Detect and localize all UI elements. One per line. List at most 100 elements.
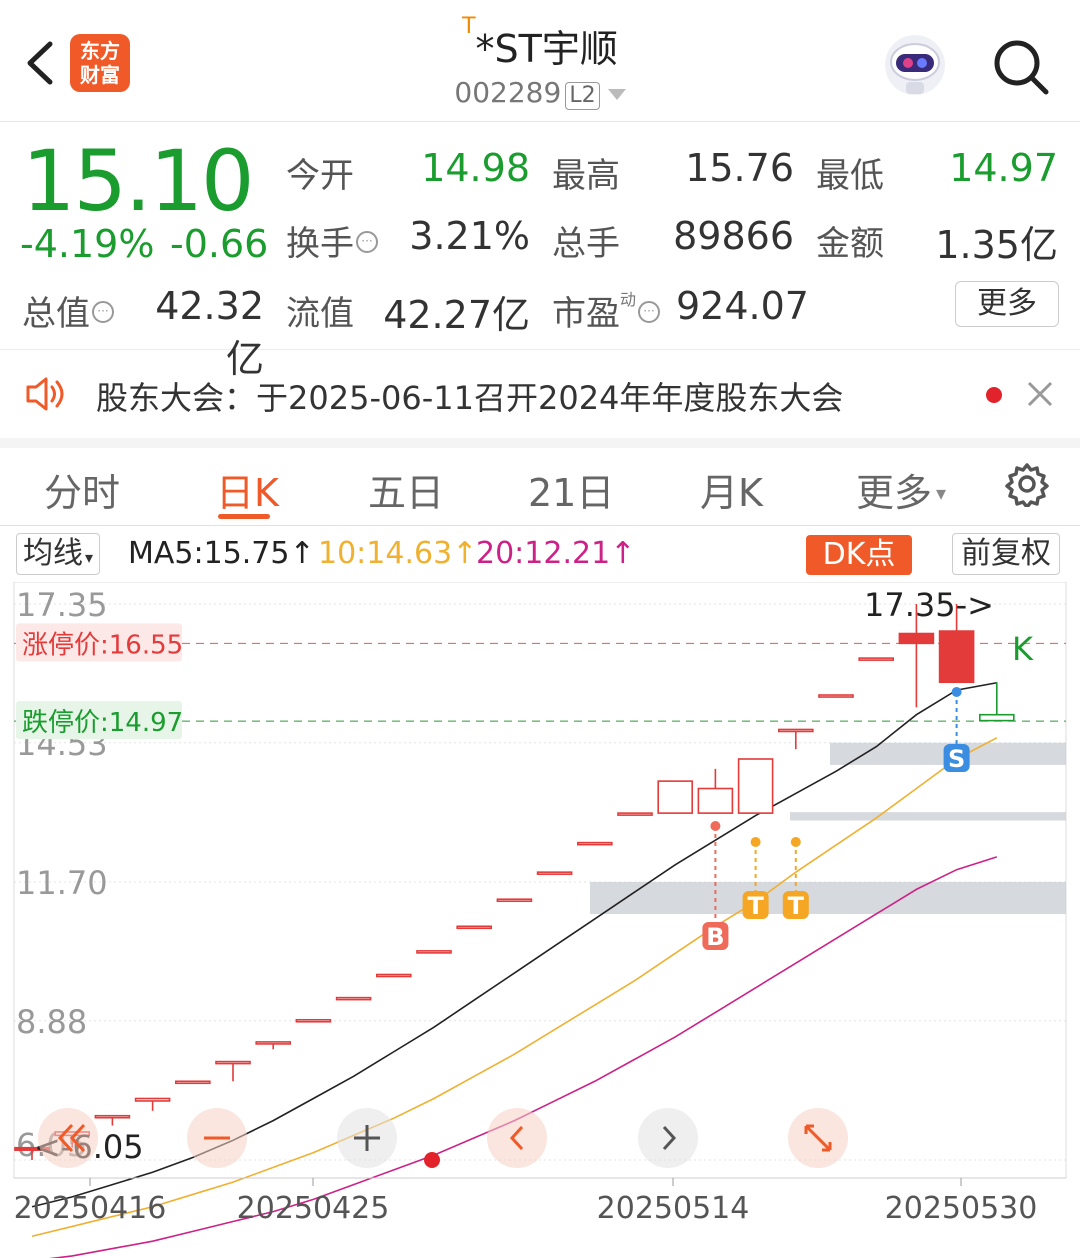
open-label: 今开 (286, 156, 354, 196)
tab-more[interactable]: 更多 ▾ (856, 462, 946, 517)
ma10-value: 10:14.63↑ (318, 536, 478, 571)
sell-signal-label: S (948, 745, 965, 773)
candle-body (295, 1018, 332, 1023)
change-amount: -0.66 (170, 222, 269, 266)
candle-body (375, 973, 412, 978)
signal-dot (790, 837, 801, 847)
candle-body (215, 1060, 251, 1065)
dk-point-button[interactable]: DK点 (806, 535, 912, 575)
stock-name: *ST宇顺 (475, 27, 618, 71)
mktcap-label-wrap[interactable]: 总值 ··· (22, 286, 114, 335)
tab-monthly-k[interactable]: 月K (700, 462, 763, 517)
candle-body (456, 925, 493, 930)
candle-body (938, 630, 975, 684)
scroll-right-button (638, 1108, 698, 1168)
limit-down-label: 跌停价:14.97 (22, 708, 183, 738)
tab-daily-k[interactable]: 日K (216, 462, 279, 517)
active-tab-indicator (218, 514, 270, 519)
amount-label: 金额 (816, 224, 884, 264)
signal-dot (951, 687, 962, 697)
change-percent: -4.19% (20, 222, 155, 266)
event-dot (424, 1152, 440, 1168)
info-icon: ··· (92, 300, 114, 323)
speaker-icon (26, 377, 64, 411)
pe-label-wrap[interactable]: 市盈动··· (552, 286, 661, 335)
x-tick-label: 20250425 (237, 1191, 390, 1226)
turnover-label-wrap[interactable]: 换手 ··· (286, 216, 378, 265)
ma-selector-arrow-icon: ▾ (85, 548, 94, 567)
y-tick-label: 11.70 (16, 864, 108, 902)
candle-body (335, 996, 372, 1001)
candle-body (657, 780, 694, 814)
close-icon[interactable] (1026, 380, 1054, 408)
candle-body (416, 950, 452, 954)
tab-more-arrow-icon: ▾ (936, 481, 947, 505)
volume-label: 总手 (552, 224, 620, 264)
pe-label: 市盈 (552, 294, 620, 334)
kline-chart[interactable]: 17.3514.5311.708.886.05涨停价:16.55跌停价:14.9… (0, 582, 1080, 1258)
y-tick-label: 17.35 (16, 586, 108, 624)
more-quote-button[interactable]: 更多 (955, 281, 1059, 327)
candle-body (697, 787, 734, 814)
candle-body (255, 1041, 292, 1045)
tab-21-day[interactable]: 21日 (528, 462, 614, 517)
chart-frame (13, 582, 1067, 1179)
candle-body (134, 1097, 171, 1102)
low-label: 最低 (816, 156, 884, 196)
tab-intraday[interactable]: 分时 (44, 462, 120, 517)
candle-body (898, 632, 935, 645)
max-price-label: 17.35-> (864, 586, 994, 624)
high-value: 15.76 (685, 146, 794, 190)
mktcap-label: 总值 (22, 294, 90, 334)
tab-five-day[interactable]: 五日 (368, 462, 444, 517)
limit-up-label: 涨停价:16.55 (22, 630, 183, 660)
candle-body (818, 694, 854, 698)
st-mark: T (462, 14, 476, 39)
candle-body (858, 657, 895, 661)
signal-dot (750, 837, 761, 847)
search-icon[interactable] (990, 36, 1050, 96)
pe-value: 924.07 (676, 284, 809, 328)
ma-selector-label: 均线 (23, 536, 83, 571)
candle-body (536, 871, 573, 875)
candle-body (777, 728, 814, 733)
info-icon: ··· (638, 300, 661, 323)
amount-value: 1.35亿 (935, 223, 1058, 267)
tab-more-label: 更多 (856, 471, 933, 515)
candle-body (978, 713, 1015, 722)
current-price: 15.10 (22, 132, 254, 230)
fast-back-button (38, 1108, 98, 1168)
trade-signal-label: T (747, 892, 764, 920)
pe-dynamic-sup: 动 (620, 290, 637, 309)
stock-code: 002289 (454, 76, 562, 109)
ma20-value: 20:12.21↑ (476, 536, 636, 571)
signal-dot (710, 821, 721, 831)
notice-text[interactable]: 股东大会：于2025-06-11召开2024年年度股东大会 (96, 373, 843, 419)
k-signal-label: K (1012, 630, 1034, 668)
scroll-left-button (487, 1108, 547, 1168)
candle-body (617, 812, 653, 816)
settings-gear-icon[interactable] (1004, 461, 1050, 507)
turnover-label: 换手 (286, 224, 354, 264)
unread-dot (986, 387, 1002, 403)
info-icon: ··· (356, 230, 378, 253)
robot-assistant-icon[interactable] (880, 32, 950, 98)
ma5-value: MA5:15.75↑ (128, 536, 315, 571)
adjust-mode-button[interactable]: 前复权 (952, 533, 1060, 575)
turnover-value: 3.21% (409, 214, 530, 258)
trade-signal-label: T (788, 892, 805, 920)
volume-value: 89866 (673, 214, 794, 258)
x-tick-label: 20250416 (14, 1191, 167, 1226)
high-label: 最高 (552, 156, 620, 196)
y-tick-label: 8.88 (16, 1003, 87, 1041)
open-value: 14.98 (421, 146, 530, 190)
x-tick-label: 20250530 (885, 1191, 1038, 1226)
low-value: 14.97 (949, 146, 1058, 190)
pressure-band (590, 882, 1066, 914)
float-value: 42.27亿 (383, 293, 530, 337)
candle-body (737, 758, 774, 814)
float-label: 流值 (286, 294, 354, 334)
x-tick-label: 20250514 (597, 1191, 750, 1226)
top-bar: 东方 财富 T*ST宇顺 002289 L2 (0, 0, 1080, 122)
ma-selector[interactable]: 均线 ▾ (16, 533, 101, 575)
